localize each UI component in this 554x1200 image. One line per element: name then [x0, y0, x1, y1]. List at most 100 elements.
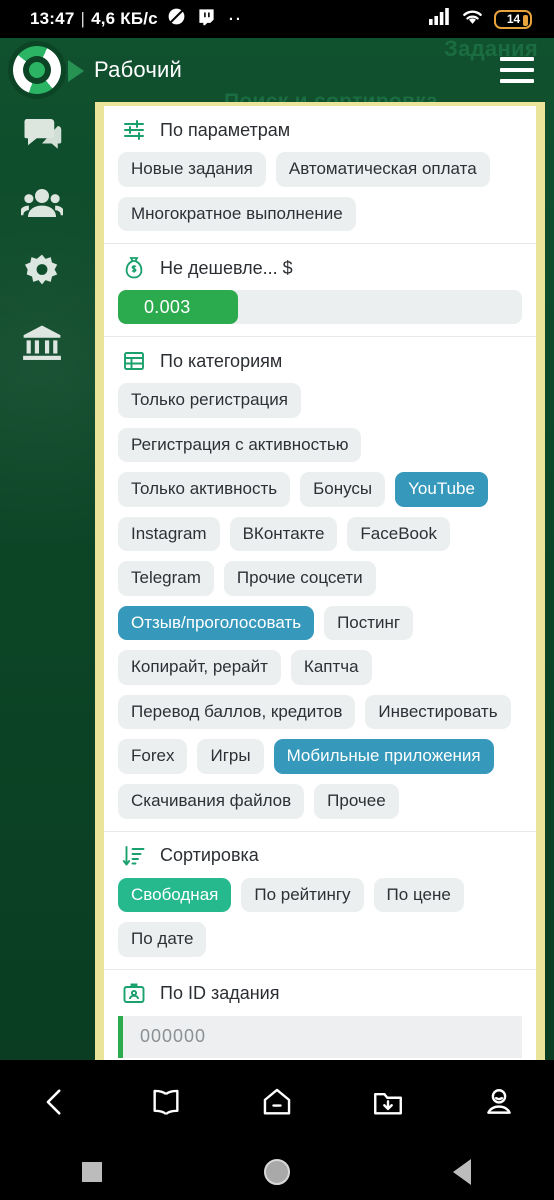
section-categories: По категориям Только регистрация Регистр…	[104, 337, 536, 832]
status-bar-left: 13:47 | 4,6 КБ/c ··	[30, 6, 243, 32]
chip-category-selected[interactable]: Отзыв/проголосовать	[118, 605, 315, 641]
task-id-placeholder: 000000	[140, 1026, 207, 1047]
sorting-header: Сортировка	[118, 844, 522, 868]
chip-category[interactable]: Скачивания файлов	[118, 784, 305, 819]
chip-category[interactable]: Forex	[118, 739, 188, 775]
task-id-header: По ID задания	[118, 982, 522, 1006]
chip-category[interactable]: FaceBook	[347, 516, 450, 552]
chip-sort[interactable]: По дате	[118, 922, 207, 957]
app-viewport: Задания Поиск и сортировка Рабочий	[0, 38, 554, 1060]
id-card-icon	[122, 982, 146, 1006]
chip-parameter[interactable]: Автоматическая оплата	[275, 152, 490, 187]
phone-screen: 13:47 | 4,6 КБ/c ·· 14 Задания Рабочий П…	[0, 0, 554, 1200]
parameters-chip-list: Новые задания Автоматическая оплата Мног…	[118, 152, 522, 232]
battery-percent: 14	[506, 12, 521, 26]
status-bar-right: 14	[429, 8, 532, 31]
home-circle-icon	[263, 1159, 290, 1185]
chip-category[interactable]: Только активность	[118, 472, 291, 507]
chip-category-selected[interactable]: Мобильные приложения	[273, 739, 494, 775]
price-title: Не дешевле... $	[160, 257, 293, 278]
chip-parameter[interactable]: Многократное выполнение	[118, 196, 356, 232]
system-nav-bar	[0, 1144, 554, 1200]
price-input[interactable]: 0.003	[118, 290, 522, 325]
status-time: 13:47	[30, 9, 75, 28]
chip-category[interactable]: Только регистрация	[118, 383, 301, 418]
chip-category[interactable]: Копирайт, рерайт	[118, 650, 281, 685]
filter-panel-body: По параметрам Новые задания Автоматическ…	[104, 106, 536, 1060]
section-parameters: По параметрам Новые задания Автоматическ…	[104, 106, 536, 245]
status-bar: 13:47 | 4,6 КБ/c ·· 14	[0, 0, 554, 38]
chip-category[interactable]: Инвестировать	[365, 694, 511, 730]
back-chevron-icon	[47, 1089, 61, 1115]
chip-category[interactable]: Прочее	[314, 784, 399, 819]
back-triangle-icon	[452, 1159, 471, 1185]
chip-sort-selected[interactable]: Свободная	[118, 877, 232, 913]
browser-profile-button[interactable]	[443, 1085, 554, 1119]
recents-square-icon	[82, 1162, 103, 1182]
browser-back-button[interactable]	[0, 1085, 111, 1119]
app-logo[interactable]	[8, 41, 66, 99]
task-id-input[interactable]: 000000	[118, 1015, 522, 1058]
chip-category[interactable]: Перевод баллов, кредитов	[118, 694, 356, 730]
app-header: Рабочий	[0, 38, 554, 102]
book-icon	[153, 1089, 179, 1115]
arrow-right-icon	[68, 60, 84, 82]
chip-category[interactable]: Бонусы	[300, 472, 386, 507]
system-home-button[interactable]	[185, 1159, 370, 1185]
wifi-icon	[461, 8, 484, 31]
categories-title: По категориям	[160, 350, 283, 371]
section-price: Не дешевле... $ 0.003	[104, 244, 536, 338]
more-dots-icon: ··	[228, 10, 243, 28]
chip-category[interactable]: Telegram	[118, 561, 214, 596]
chip-sort[interactable]: По цене	[373, 877, 464, 913]
system-recents-button[interactable]	[0, 1162, 185, 1182]
section-task-id: По ID задания 000000	[104, 970, 536, 1060]
chat-icon[interactable]	[21, 112, 63, 154]
sidebar	[0, 102, 84, 1060]
categories-header: По категориям	[118, 349, 522, 373]
table-grid-icon	[122, 349, 146, 373]
people-icon[interactable]	[18, 182, 66, 224]
twitch-icon	[197, 7, 216, 31]
categories-chip-list: Только регистрация Регистрация с активно…	[118, 383, 522, 819]
chip-category[interactable]: Игры	[197, 739, 264, 775]
parameters-header: По параметрам	[118, 118, 522, 142]
parameters-title: По параметрам	[160, 119, 291, 140]
home-icon	[263, 1088, 291, 1115]
chip-category[interactable]: ВКонтакте	[229, 516, 338, 552]
page-title: Рабочий	[94, 57, 182, 82]
logo-dot	[29, 62, 45, 78]
status-network-speed: 4,6 КБ/c	[91, 9, 158, 28]
hamburger-menu-icon[interactable]	[500, 57, 534, 83]
chip-category[interactable]: Каптча	[290, 650, 372, 685]
chip-category[interactable]: Instagram	[118, 516, 220, 552]
browser-downloads-button[interactable]	[332, 1085, 443, 1119]
section-sorting: Сортировка Свободная По рейтингу По цене…	[104, 832, 536, 970]
chip-category[interactable]: Регистрация с активностью	[118, 427, 362, 463]
sorting-title: Сортировка	[160, 845, 259, 866]
gear-icon[interactable]	[21, 252, 63, 294]
chip-category[interactable]: Постинг	[324, 605, 414, 641]
money-bag-icon	[122, 256, 146, 280]
bank-icon[interactable]	[21, 322, 63, 364]
filter-panel: По параметрам Новые задания Автоматическ…	[95, 102, 545, 1060]
battery-indicator: 14	[494, 9, 532, 29]
price-header: Не дешевле... $	[118, 256, 522, 280]
price-value[interactable]: 0.003	[118, 290, 238, 325]
task-id-title: По ID задания	[160, 983, 280, 1004]
chip-parameter[interactable]: Новые задания	[118, 152, 266, 187]
chip-sort[interactable]: По рейтингу	[241, 877, 364, 913]
signal-icon	[429, 8, 451, 30]
chip-category-selected[interactable]: YouTube	[395, 472, 488, 507]
chip-category[interactable]: Прочие соцсети	[223, 561, 376, 596]
system-back-button[interactable]	[369, 1159, 554, 1185]
no-sound-icon	[166, 6, 187, 32]
download-folder-icon	[373, 1093, 402, 1115]
sorting-chip-list: Свободная По рейтингу По цене По дате	[118, 877, 522, 957]
browser-bookmarks-button[interactable]	[111, 1085, 222, 1119]
browser-home-button[interactable]	[222, 1085, 333, 1119]
browser-nav-bar	[0, 1060, 554, 1144]
sliders-icon	[122, 118, 146, 142]
status-separator: |	[80, 9, 86, 28]
profile-icon	[486, 1089, 511, 1114]
